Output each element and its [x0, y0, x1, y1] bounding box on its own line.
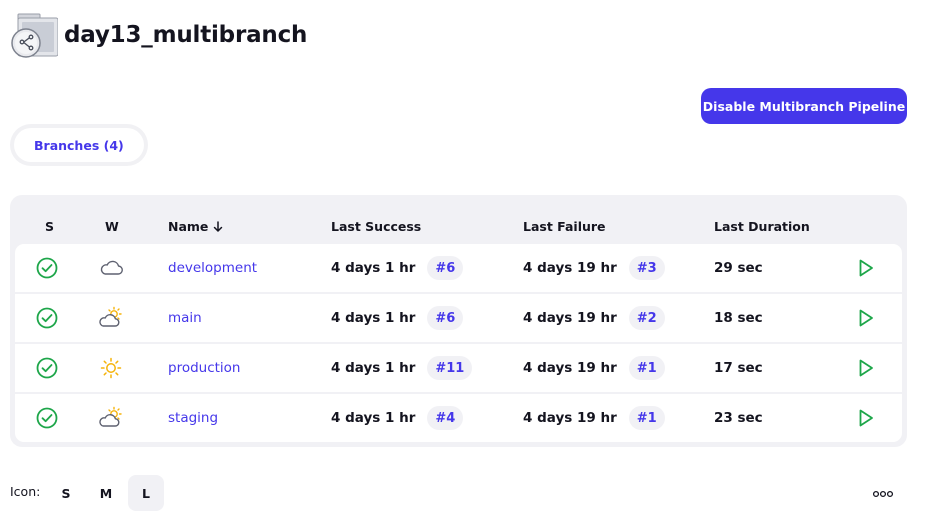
last-duration: 17 sec [714, 360, 763, 376]
tab-branches[interactable]: Branches (4) [14, 128, 144, 162]
header-name-label: Name [168, 219, 209, 234]
header-last-duration[interactable]: Last Duration [714, 219, 810, 235]
tab-bar: Branches (4) [10, 124, 148, 166]
last-failure-time: 4 days 19 hr [523, 410, 617, 426]
success-icon[interactable] [35, 294, 59, 342]
sort-descending-icon [213, 221, 223, 233]
icon-size-small-button[interactable]: S [48, 475, 84, 511]
last-failure-time: 4 days 19 hr [523, 310, 617, 326]
last-success-time: 4 days 1 hr [331, 310, 416, 326]
header-last-success[interactable]: Last Success [331, 219, 421, 235]
cloudy-icon[interactable] [97, 244, 125, 292]
last-failure-build-link[interactable]: #1 [628, 356, 665, 380]
last-success-build-link[interactable]: #6 [427, 306, 464, 330]
success-icon[interactable] [35, 394, 59, 442]
table-row: development 4 days 1 hr #6 4 days 19 hr … [15, 244, 902, 292]
last-failure-build-link[interactable]: #1 [628, 406, 665, 430]
sunny-icon[interactable] [97, 344, 125, 392]
last-duration: 29 sec [714, 260, 763, 276]
last-success-build-link[interactable]: #4 [427, 406, 464, 430]
header-weather[interactable]: W [105, 219, 119, 235]
icon-size-large-button[interactable]: L [128, 475, 164, 511]
branch-name-link[interactable]: staging [168, 410, 218, 426]
table-row: production 4 days 1 hr #11 4 days 19 hr … [15, 344, 902, 392]
run-build-icon[interactable] [855, 244, 877, 292]
header-name[interactable]: Name [168, 219, 223, 235]
page-title: day13_multibranch [64, 22, 308, 48]
header-status[interactable]: S [45, 219, 54, 235]
last-success-time: 4 days 1 hr [331, 360, 416, 376]
branch-name-link[interactable]: main [168, 310, 202, 326]
table-row: staging 4 days 1 hr #4 4 days 19 hr #1 2… [15, 394, 902, 442]
success-icon[interactable] [35, 344, 59, 392]
last-failure-build-link[interactable]: #3 [628, 256, 665, 280]
run-build-icon[interactable] [855, 294, 877, 342]
last-success-time: 4 days 1 hr [331, 410, 416, 426]
last-failure-time: 4 days 19 hr [523, 260, 617, 276]
last-success-time: 4 days 1 hr [331, 260, 416, 276]
last-duration: 18 sec [714, 310, 763, 326]
last-failure-build-link[interactable]: #2 [628, 306, 665, 330]
success-icon[interactable] [35, 244, 59, 292]
last-success-build-link[interactable]: #6 [427, 256, 464, 280]
last-failure-time: 4 days 19 hr [523, 360, 617, 376]
branches-table: S W Name Last Success Last Failure Last … [10, 195, 907, 447]
last-duration: 23 sec [714, 410, 763, 426]
run-build-icon[interactable] [855, 394, 877, 442]
icon-size-medium-button[interactable]: M [88, 475, 124, 511]
disable-multibranch-pipeline-button[interactable]: Disable Multibranch Pipeline [701, 88, 907, 124]
more-options-icon[interactable] [872, 484, 894, 503]
page-header: day13_multibranch [10, 12, 307, 58]
icon-size-label: Icon: [10, 484, 41, 499]
run-build-icon[interactable] [855, 344, 877, 392]
multibranch-folder-icon [10, 12, 59, 58]
header-last-failure[interactable]: Last Failure [523, 219, 606, 235]
partly-sunny-icon[interactable] [97, 294, 125, 342]
branch-name-link[interactable]: development [168, 260, 257, 276]
branch-name-link[interactable]: production [168, 360, 241, 376]
last-success-build-link[interactable]: #11 [427, 356, 473, 380]
table-row: main 4 days 1 hr #6 4 days 19 hr #2 18 s… [15, 294, 902, 342]
partly-sunny-icon[interactable] [97, 394, 125, 442]
